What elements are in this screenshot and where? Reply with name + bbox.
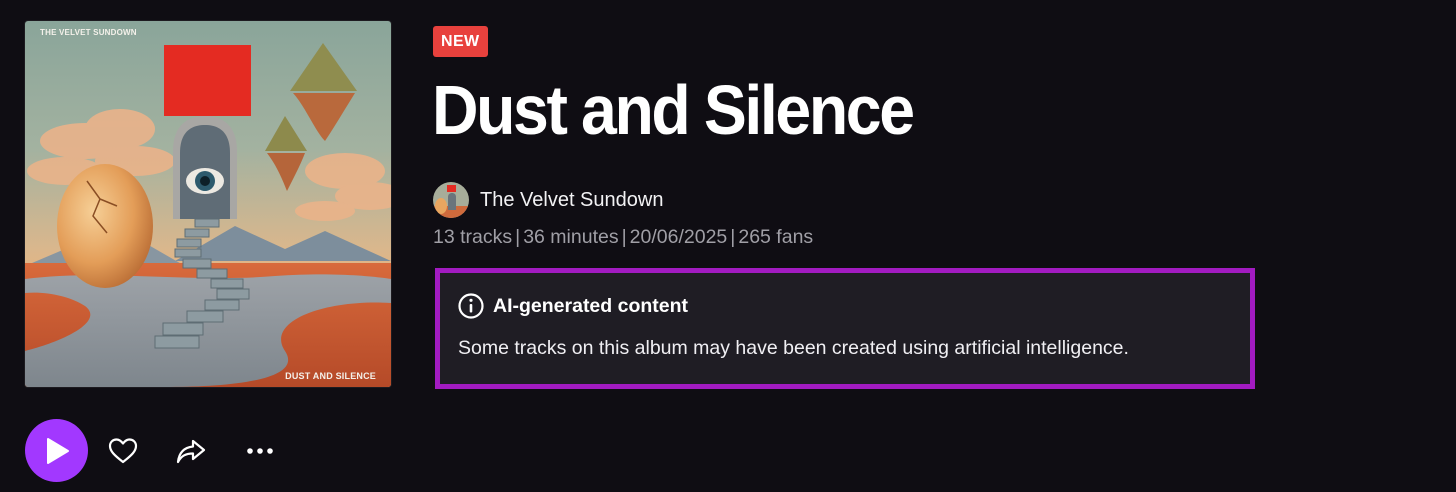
ai-content-notice: AI-generated content Some tracks on this… — [435, 268, 1255, 389]
notice-title: AI-generated content — [493, 294, 689, 317]
play-icon — [46, 437, 69, 464]
artist-link[interactable]: The Velvet Sundown — [433, 182, 663, 218]
release-date: 20/06/2025 — [629, 226, 728, 248]
more-icon — [247, 448, 273, 454]
album-cover-art — [25, 21, 391, 387]
track-count: 13 tracks — [433, 226, 513, 248]
fan-count: 265 fans — [738, 226, 814, 248]
more-options-button[interactable] — [242, 433, 278, 469]
notice-text: Some tracks on this album may have been … — [458, 337, 1129, 359]
notice-header: AI-generated content — [457, 292, 688, 320]
album-cover[interactable]: THE VELVET SUNDOWN DUST AND SILENCE — [25, 21, 391, 387]
share-icon — [176, 439, 206, 464]
info-icon — [457, 292, 485, 320]
album-duration: 36 minutes — [523, 226, 619, 248]
artist-name: The Velvet Sundown — [480, 188, 664, 211]
play-button[interactable] — [25, 419, 88, 482]
new-badge: NEW — [433, 26, 488, 57]
meta-divider: | — [621, 226, 627, 248]
album-page: THE VELVET SUNDOWN DUST AND SILENCE NEW … — [0, 0, 1456, 492]
artist-avatar — [433, 182, 469, 218]
meta-divider: | — [730, 226, 736, 248]
cover-artist-text: THE VELVET SUNDOWN — [40, 28, 137, 37]
share-button[interactable] — [173, 433, 209, 469]
album-title: Dust and Silence — [432, 71, 915, 149]
album-meta: 13 tracks | 36 minutes | 20/06/2025 | 265 fans — [433, 226, 813, 249]
cover-album-text: DUST AND SILENCE — [285, 371, 376, 381]
meta-divider: | — [515, 226, 521, 248]
favorite-button[interactable] — [105, 433, 141, 469]
heart-icon — [108, 438, 138, 464]
